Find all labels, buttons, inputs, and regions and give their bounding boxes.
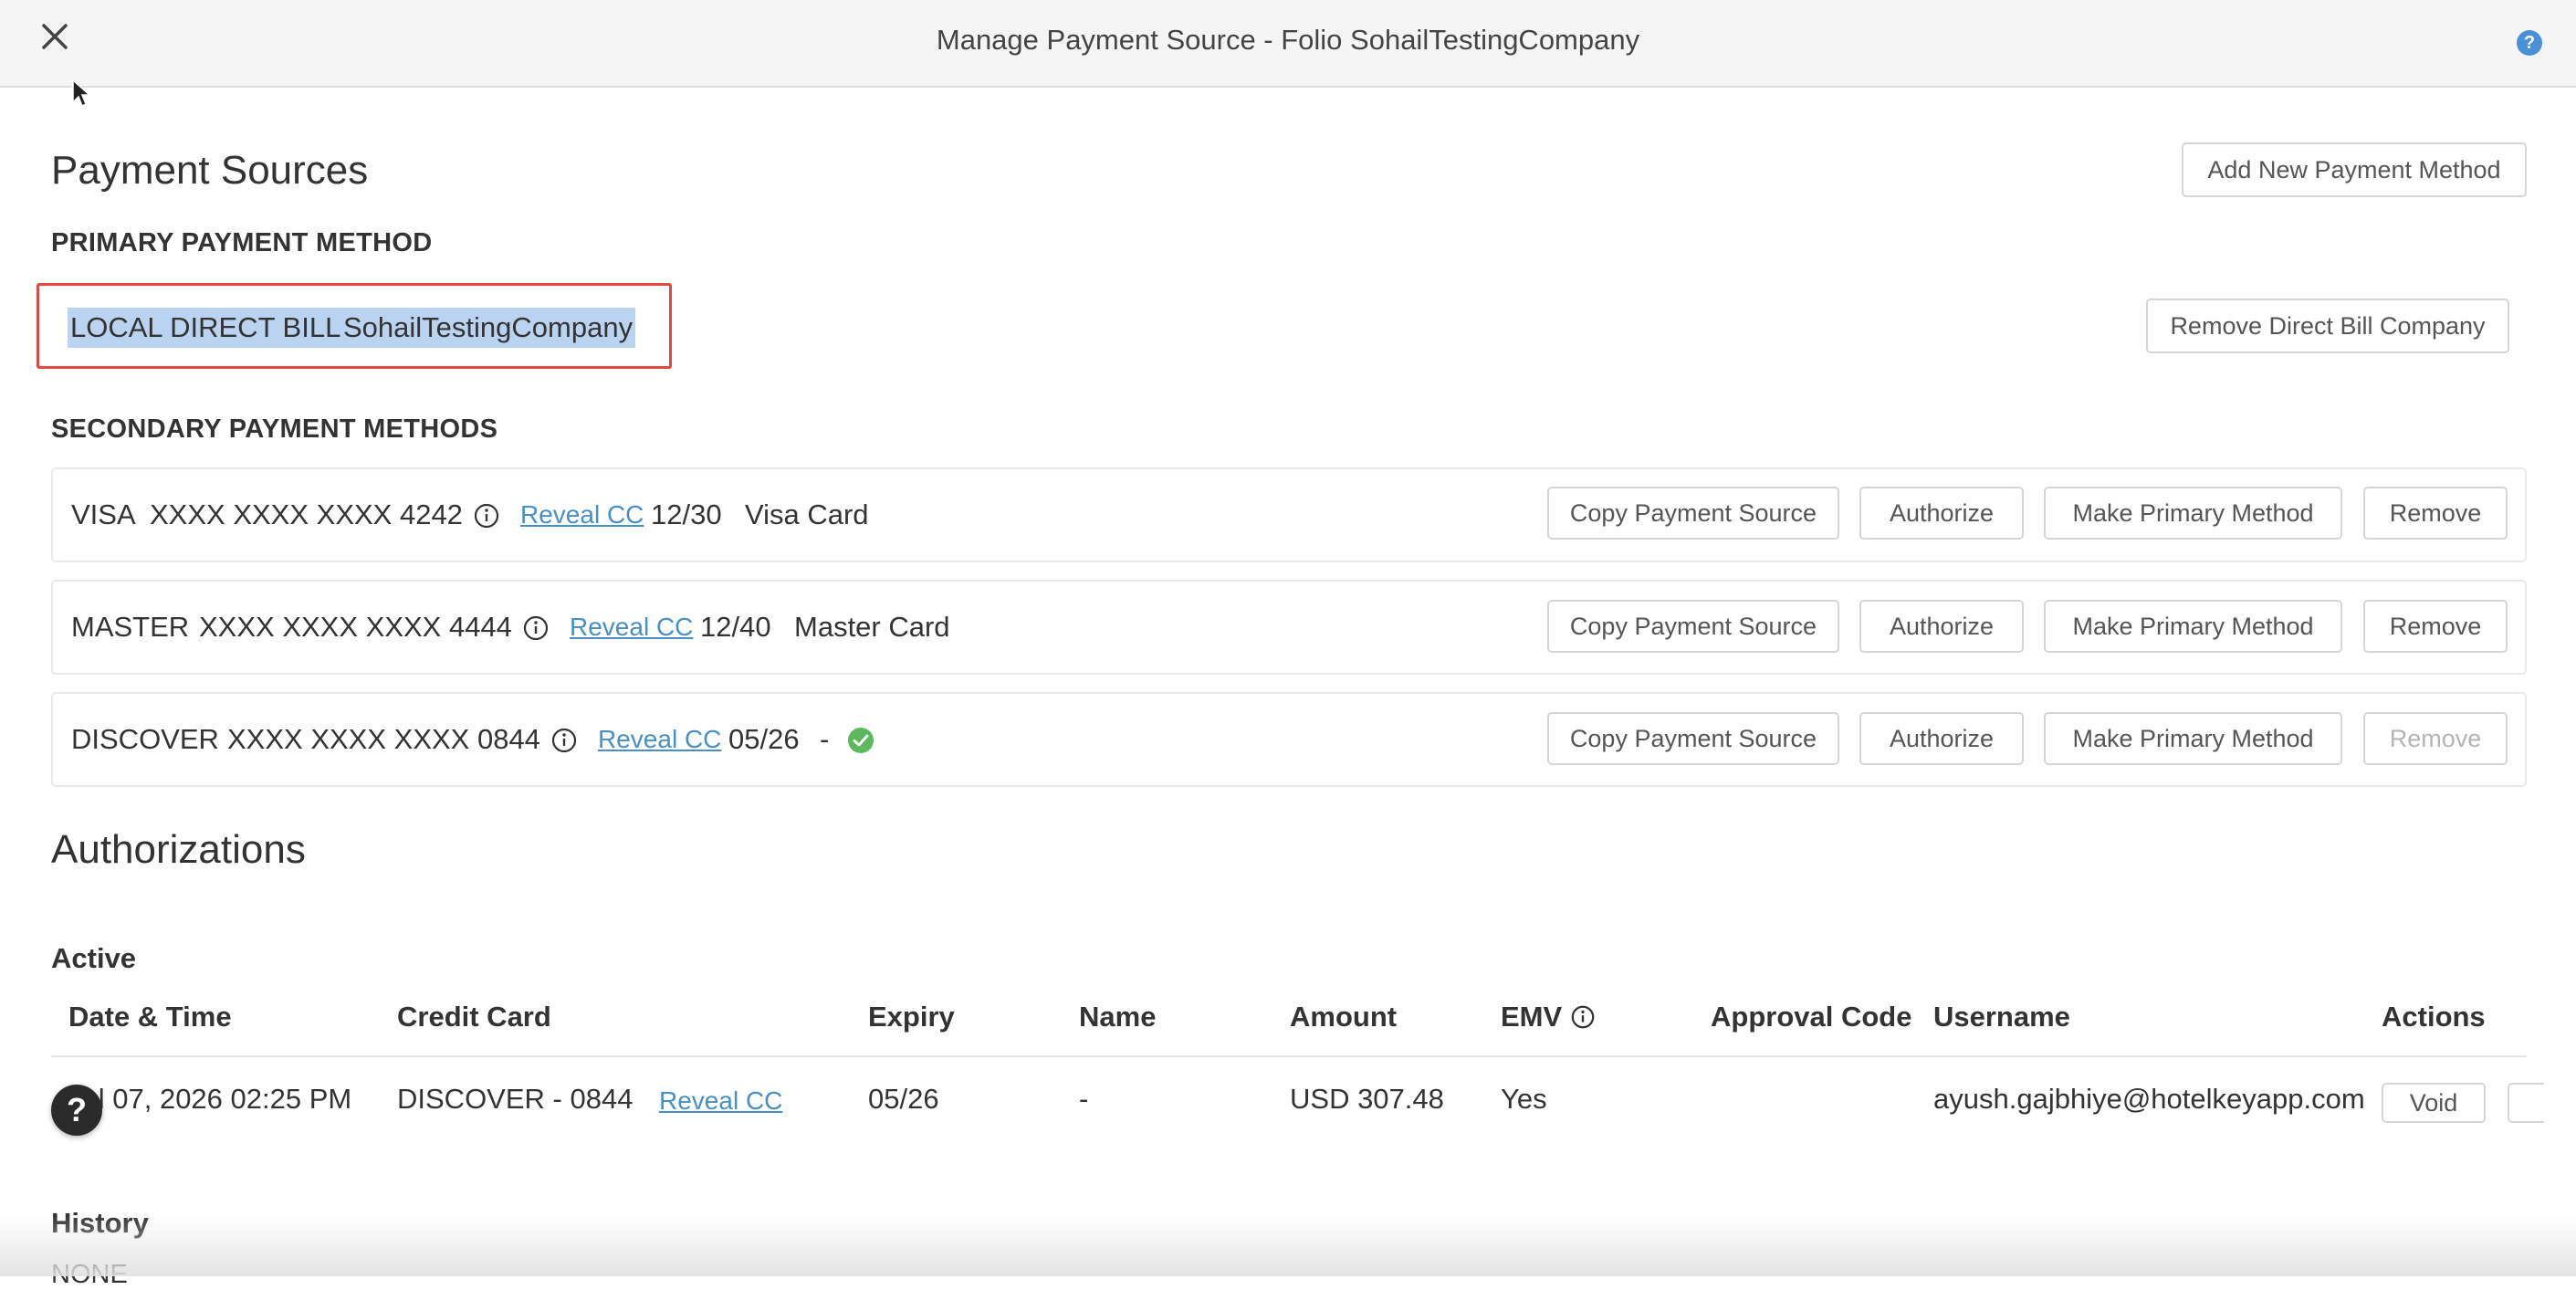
column-header-approval-code: Approval Code <box>1711 1001 1912 1033</box>
column-header-credit-card: Credit Card <box>397 1001 551 1033</box>
cell-date-time: Jul 07, 2026 02:25 PM <box>68 1083 352 1115</box>
card-label: Visa Card <box>745 498 869 530</box>
reveal-cc-link[interactable]: Reveal CC <box>570 613 693 642</box>
cell-expiry: 05/26 <box>868 1083 939 1115</box>
info-icon[interactable] <box>550 727 578 754</box>
authorizations-title: Authorizations <box>51 827 306 872</box>
cell-username: ayush.gajbhiye@hotelkeyapp.com <box>1933 1083 2365 1115</box>
mouse-cursor-icon <box>72 79 91 108</box>
column-header-username: Username <box>1933 1001 2070 1033</box>
column-header-date-time: Date & Time <box>68 1001 232 1033</box>
modal-header: Manage Payment Source - Folio SohailTest… <box>0 0 2576 88</box>
active-heading: Active <box>51 942 137 974</box>
void-button[interactable]: Void <box>2382 1083 2486 1123</box>
card-brand: DISCOVER <box>71 723 219 755</box>
add-new-payment-method-button[interactable]: Add New Payment Method <box>2182 142 2527 197</box>
make-primary-method-button[interactable]: Make Primary Method <box>2044 712 2342 765</box>
column-header-amount: Amount <box>1290 1001 1398 1033</box>
modal-title: Manage Payment Source - Folio SohailTest… <box>936 24 1640 56</box>
card-number: XXXX XXXX XXXX 0844 <box>227 723 540 755</box>
payment-sources-title: Payment Sources <box>51 148 369 193</box>
authorize-button[interactable]: Authorize <box>1859 487 2024 540</box>
reveal-cc-link[interactable]: Reveal CC <box>659 1086 782 1116</box>
primary-payment-method: LOCAL DIRECT BILL SohailTestingCompany <box>37 283 672 369</box>
primary-payment-method-heading: PRIMARY PAYMENT METHOD <box>51 228 433 257</box>
cell-name: - <box>1079 1083 1089 1115</box>
authorize-button[interactable]: Authorize <box>1859 712 2024 765</box>
remove-button[interactable]: Remove <box>2363 487 2508 540</box>
card-expiry: 12/30 <box>651 498 722 530</box>
secondary-payment-methods-heading: SECONDARY PAYMENT METHODS <box>51 414 498 444</box>
card-label: - <box>820 723 830 755</box>
copy-payment-source-button[interactable]: Copy Payment Source <box>1547 712 1839 765</box>
card-expiry: 05/26 <box>728 723 800 755</box>
primary-company: SohailTestingCompany <box>340 308 636 348</box>
card-number: XXXX XXXX XXXX 4444 <box>199 611 512 643</box>
info-icon[interactable] <box>522 614 550 642</box>
remove-button-disabled: Remove <box>2363 712 2508 765</box>
copy-payment-source-button[interactable]: Copy Payment Source <box>1547 600 1839 653</box>
column-header-expiry: Expiry <box>868 1001 955 1033</box>
floating-help-button[interactable]: ? <box>51 1085 102 1136</box>
card-expiry: 12/40 <box>700 611 771 643</box>
info-icon[interactable] <box>1570 1004 1596 1030</box>
card-brand: MASTER <box>71 611 190 643</box>
remove-direct-bill-company-button[interactable]: Remove Direct Bill Company <box>2146 299 2509 353</box>
card-brand: VISA <box>71 498 136 530</box>
table-divider <box>51 1055 2527 1057</box>
cell-credit-card: DISCOVER - 0844 <box>397 1083 634 1115</box>
reveal-cc-link[interactable]: Reveal CC <box>598 725 721 754</box>
column-header-name: Name <box>1079 1001 1157 1033</box>
info-icon[interactable] <box>473 502 500 530</box>
emv-label: EMV <box>1501 1001 1563 1033</box>
authorize-button[interactable]: Authorize <box>1859 600 2024 653</box>
bottom-fade <box>0 1214 2576 1276</box>
column-header-actions: Actions <box>2382 1001 2486 1033</box>
card-label: Master Card <box>794 611 950 643</box>
primary-type: LOCAL DIRECT BILL <box>68 308 344 348</box>
help-icon[interactable]: ? <box>2517 30 2542 56</box>
check-circle-icon <box>848 728 874 753</box>
cell-amount: USD 307.48 <box>1290 1083 1444 1115</box>
cell-emv: Yes <box>1501 1083 1547 1115</box>
card-number: XXXX XXXX XXXX 4242 <box>150 498 463 530</box>
action-button-cutoff[interactable] <box>2508 1083 2544 1123</box>
reveal-cc-link[interactable]: Reveal CC <box>520 500 644 530</box>
copy-payment-source-button[interactable]: Copy Payment Source <box>1547 487 1839 540</box>
make-primary-method-button[interactable]: Make Primary Method <box>2044 600 2342 653</box>
remove-button[interactable]: Remove <box>2363 600 2508 653</box>
make-primary-method-button[interactable]: Make Primary Method <box>2044 487 2342 540</box>
column-header-emv: EMV <box>1501 1001 1596 1033</box>
